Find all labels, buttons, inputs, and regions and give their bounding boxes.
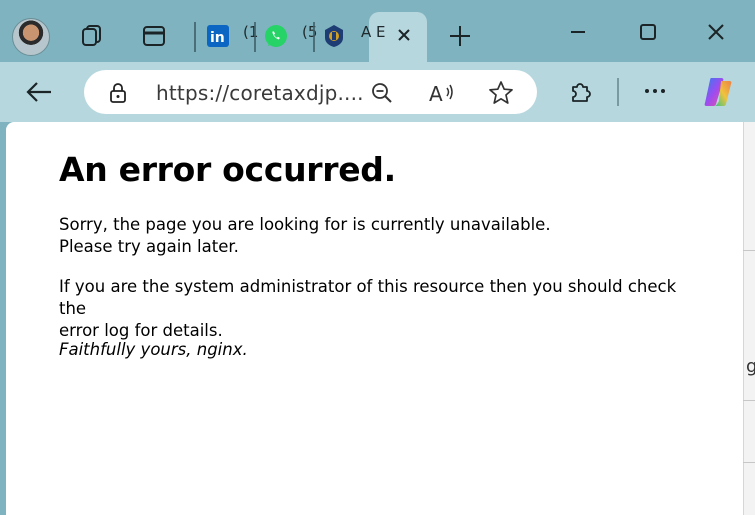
unavailable-message: Sorry, the page you are looking for is c… bbox=[59, 214, 699, 258]
back-arrow-icon[interactable] bbox=[22, 77, 56, 107]
minimize-icon[interactable] bbox=[563, 18, 593, 46]
profile-avatar[interactable] bbox=[12, 18, 50, 56]
admin-message: If you are the system administrator of t… bbox=[59, 276, 699, 342]
unavailable-line-2: Please try again later. bbox=[59, 237, 239, 256]
error-heading: An error occurred. bbox=[59, 150, 396, 189]
site-favicon-icon[interactable] bbox=[320, 22, 348, 50]
extensions-icon[interactable] bbox=[566, 76, 596, 106]
copilot-icon[interactable] bbox=[700, 74, 736, 110]
maximize-icon[interactable] bbox=[633, 18, 663, 46]
side-panel-divider bbox=[743, 400, 755, 401]
whatsapp-icon[interactable] bbox=[262, 22, 290, 50]
unavailable-line-1: Sorry, the page you are looking for is c… bbox=[59, 215, 551, 234]
close-window-icon[interactable] bbox=[701, 18, 731, 46]
admin-line-1: If you are the system administrator of t… bbox=[59, 277, 677, 318]
tab-title-whatsapp[interactable]: (5 bbox=[302, 23, 317, 41]
navigation-toolbar: https://coretaxdjp.... A bbox=[0, 62, 755, 122]
side-panel-edge bbox=[743, 122, 755, 515]
address-url[interactable]: https://coretaxdjp.... bbox=[156, 81, 364, 105]
more-options-icon[interactable] bbox=[640, 76, 670, 106]
tab-title-linkedin[interactable]: (1 bbox=[243, 23, 258, 41]
svg-text:in: in bbox=[210, 30, 225, 46]
side-panel-fragment: g bbox=[746, 356, 755, 377]
svg-text:A: A bbox=[429, 82, 443, 106]
signature: Faithfully yours, nginx. bbox=[59, 340, 248, 359]
linkedin-icon[interactable]: in bbox=[204, 22, 232, 50]
tab-separator bbox=[254, 22, 256, 52]
site-info-lock-icon[interactable] bbox=[106, 81, 130, 105]
toolbar-separator bbox=[617, 78, 619, 106]
tab-separator bbox=[313, 22, 315, 52]
tab-bar: in (1 (5 A E bbox=[0, 0, 755, 62]
vertical-tabs-icon[interactable] bbox=[140, 22, 168, 50]
new-tab-icon[interactable] bbox=[446, 22, 474, 50]
tab-separator bbox=[194, 22, 196, 52]
favorite-star-icon[interactable] bbox=[487, 79, 515, 107]
close-tab-icon[interactable] bbox=[393, 24, 415, 46]
side-panel-divider bbox=[743, 250, 755, 251]
zoom-out-icon[interactable] bbox=[368, 79, 396, 107]
tab-title-active[interactable]: A E bbox=[361, 23, 386, 41]
address-bar[interactable]: https://coretaxdjp.... A bbox=[84, 70, 537, 114]
side-panel-divider bbox=[743, 462, 755, 463]
workspaces-icon[interactable] bbox=[77, 22, 105, 50]
read-aloud-icon[interactable]: A bbox=[428, 79, 456, 107]
